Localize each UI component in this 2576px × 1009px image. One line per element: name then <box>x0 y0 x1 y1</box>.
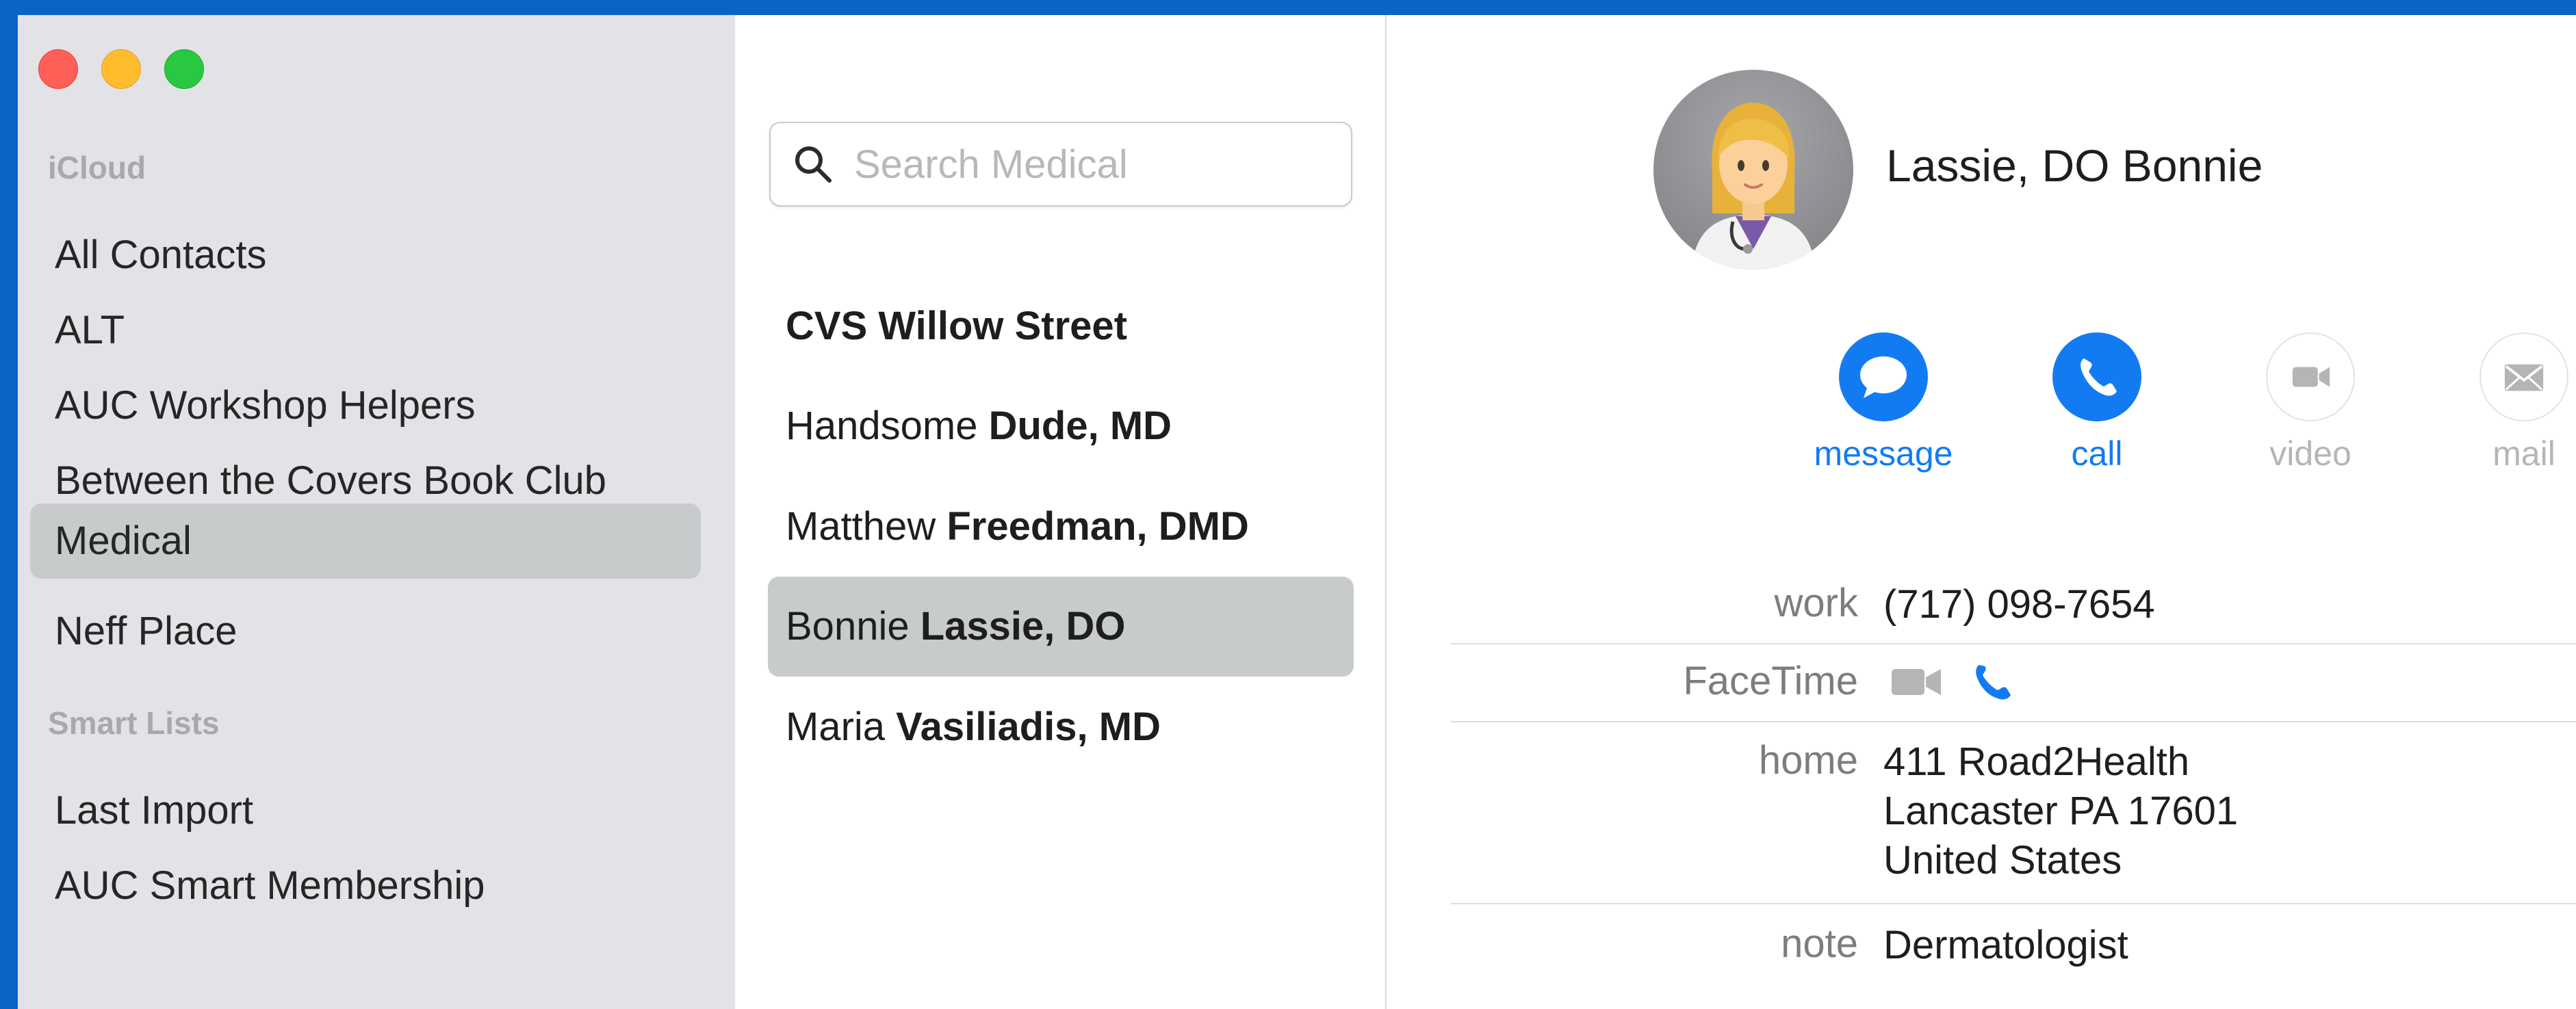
phone-icon <box>2081 358 2117 396</box>
message-action[interactable]: message <box>1808 332 1959 473</box>
sidebar-item-neff-place[interactable]: Neff Place <box>30 594 701 669</box>
video-label: video <box>2269 434 2352 473</box>
call-action[interactable]: call <box>2022 332 2172 473</box>
mail-label: mail <box>2493 434 2555 473</box>
contact-first-name: Matthew <box>786 504 947 549</box>
facetime-video-icon[interactable] <box>1890 664 1944 700</box>
sidebar-item-medical[interactable]: Medical <box>30 503 701 579</box>
facetime-audio-icon[interactable] <box>1971 661 2012 702</box>
sidebar: iCloud All Contacts ALT AUC Workshop Hel… <box>18 15 735 1009</box>
home-address-line2[interactable]: Lancaster PA 17601 <box>1883 787 2238 836</box>
home-address-line1[interactable]: 411 Road2Health <box>1883 737 2189 787</box>
note-value[interactable]: Dermatologist <box>1883 921 2128 970</box>
home-address-label: home <box>1758 738 1858 783</box>
contact-last-name: Dude, MD <box>988 404 1172 448</box>
zoom-window-button[interactable] <box>164 49 204 89</box>
contact-full-name: Lassie, DO Bonnie <box>1886 140 2263 191</box>
contact-first-name: Bonnie <box>786 604 920 648</box>
contact-name-company: CVS Willow Street <box>786 304 1128 348</box>
contact-first-name: Maria <box>786 705 897 749</box>
work-phone-label: work <box>1774 581 1858 625</box>
envelope-icon <box>2504 364 2544 391</box>
call-label: call <box>2071 434 2123 473</box>
message-bubble-icon <box>1860 356 1907 398</box>
search-input[interactable] <box>854 135 1333 193</box>
woman-health-worker-icon <box>1692 103 1815 270</box>
search-icon <box>795 146 832 183</box>
video-camera-icon <box>2292 367 2330 387</box>
contact-row-bonnie-lassie[interactable]: Bonnie Lassie, DO <box>768 577 1354 677</box>
section-header-icloud: iCloud <box>48 150 146 185</box>
video-button[interactable] <box>2266 332 2355 421</box>
contact-row-cvs-willow-street[interactable]: CVS Willow Street <box>768 276 1354 376</box>
mail-button[interactable] <box>2480 332 2568 421</box>
section-header-smart-lists: Smart Lists <box>48 705 220 741</box>
close-window-button[interactable] <box>38 49 78 89</box>
call-button[interactable] <box>2052 332 2141 421</box>
contact-last-name: Lassie, DO <box>920 604 1126 648</box>
contact-first-name: Handsome <box>786 404 989 448</box>
video-action[interactable]: video <box>2235 332 2386 473</box>
contact-avatar <box>1653 70 1853 270</box>
contact-last-name: Vasiliadis, MD <box>896 705 1161 749</box>
sidebar-item-alt[interactable]: ALT <box>30 293 701 368</box>
contact-row-maria-vasiliadis[interactable]: Maria Vasiliadis, MD <box>768 677 1354 777</box>
home-address-line3[interactable]: United States <box>1883 836 2122 885</box>
facetime-label: FaceTime <box>1683 659 1858 703</box>
contact-row-matthew-freedman[interactable]: Matthew Freedman, DMD <box>768 477 1354 577</box>
search-field[interactable] <box>769 122 1352 207</box>
field-divider <box>1451 721 2576 722</box>
field-divider <box>1451 643 2576 644</box>
mail-action[interactable]: mail <box>2449 332 2576 473</box>
message-label: message <box>1814 434 1953 473</box>
sidebar-item-auc-smart-membership[interactable]: AUC Smart Membership <box>30 848 701 923</box>
work-phone-value[interactable]: (717) 098-7654 <box>1883 580 2155 629</box>
minimize-window-button[interactable] <box>101 49 141 89</box>
field-divider <box>1451 903 2576 904</box>
note-label: note <box>1781 921 1858 966</box>
sidebar-item-all-contacts[interactable]: All Contacts <box>30 218 701 293</box>
sidebar-item-auc-workshop-helpers[interactable]: AUC Workshop Helpers <box>30 368 701 443</box>
contact-row-handsome-dude[interactable]: Handsome Dude, MD <box>768 376 1354 476</box>
message-button[interactable] <box>1839 332 1928 421</box>
sidebar-item-last-import[interactable]: Last Import <box>30 773 701 848</box>
contact-last-name: Freedman, DMD <box>946 504 1249 549</box>
